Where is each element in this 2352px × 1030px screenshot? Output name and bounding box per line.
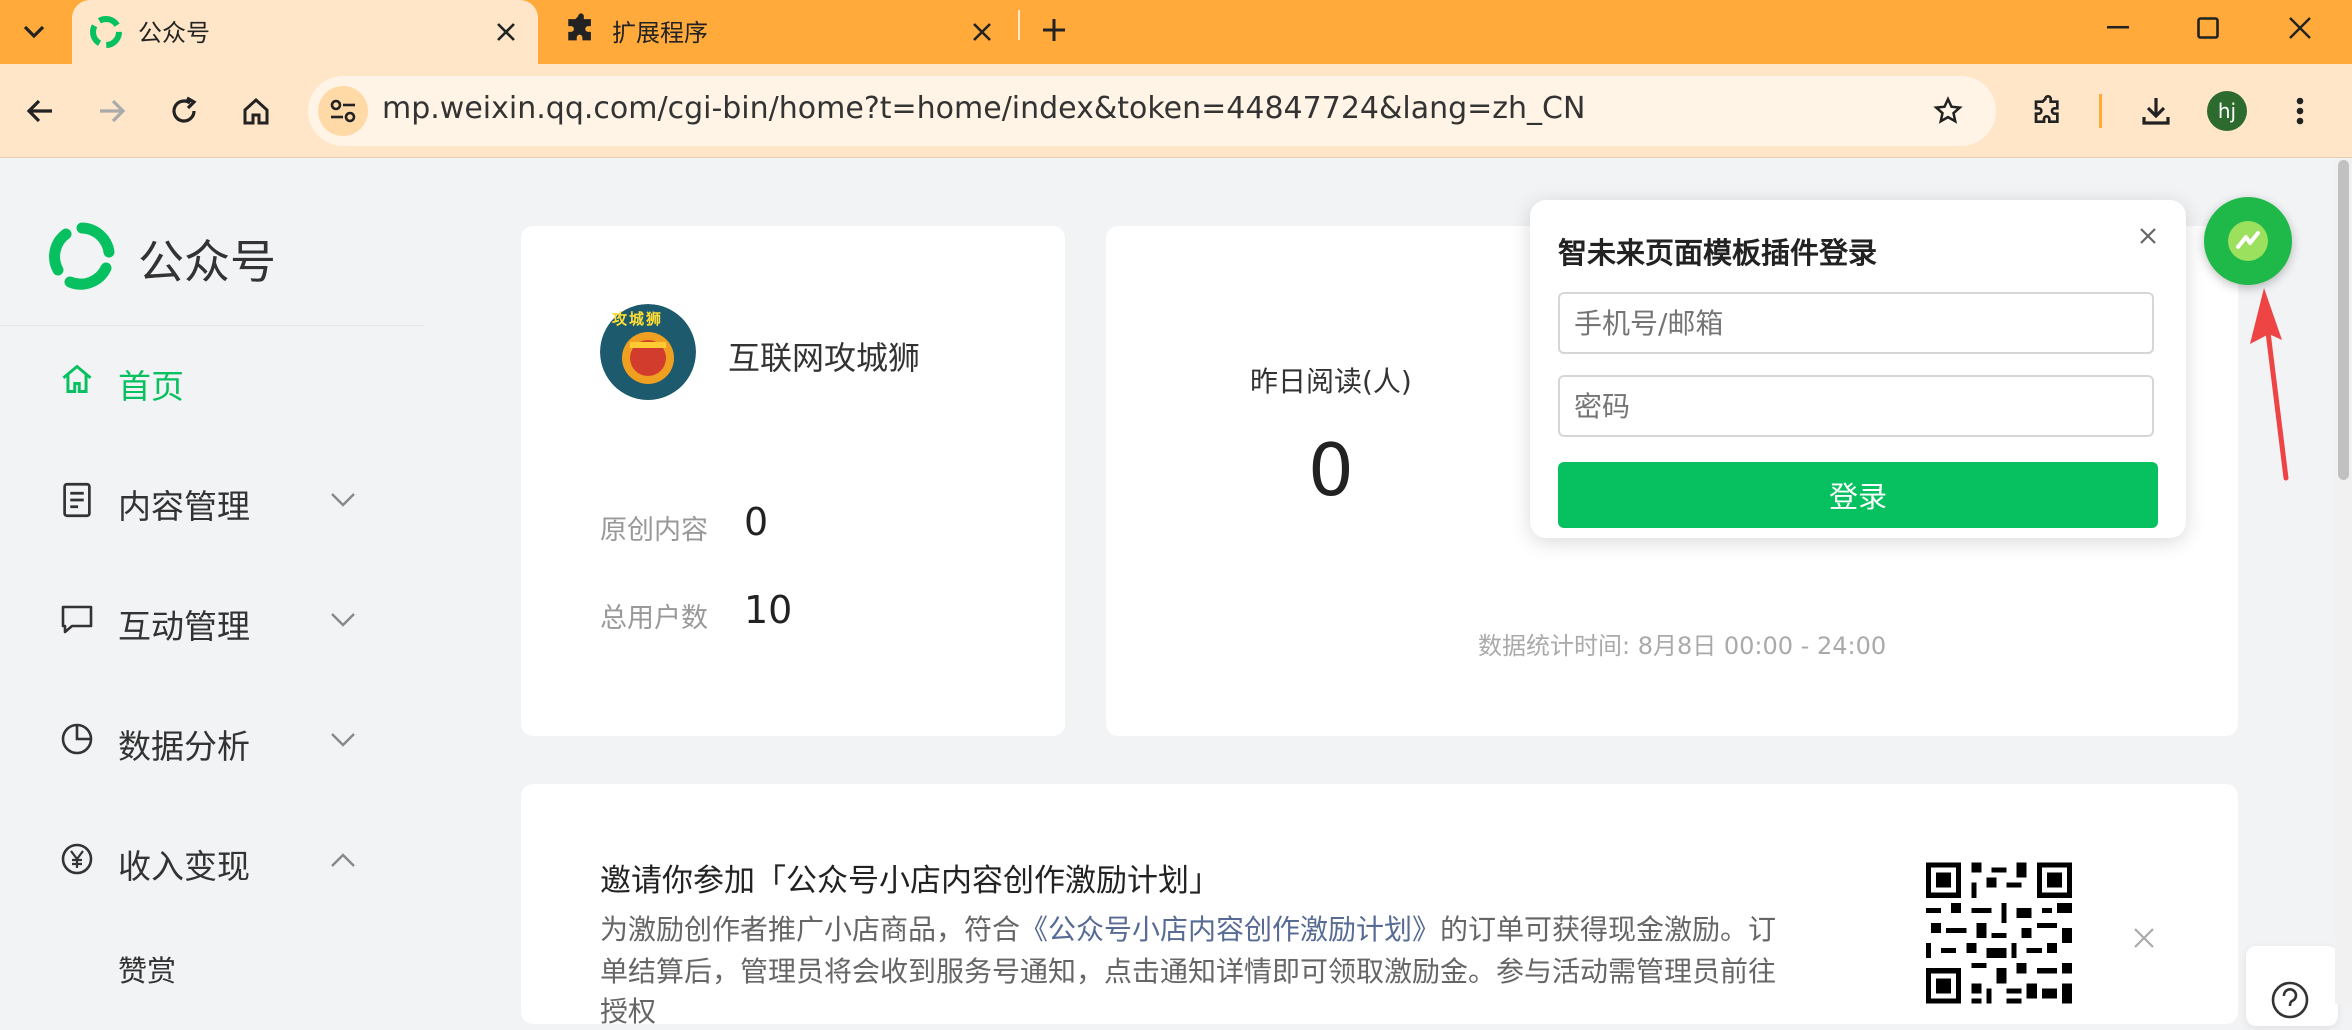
- puzzle-icon: [564, 12, 598, 46]
- close-icon: [2140, 228, 2156, 244]
- help-icon: [2271, 981, 2309, 1019]
- bookmark-star-button[interactable]: [1924, 87, 1972, 135]
- tab-divider: [1018, 10, 1020, 40]
- pie-chart-icon: [60, 722, 94, 756]
- scrollbar-thumb[interactable]: [2338, 160, 2349, 480]
- original-content-label: 原创内容: [600, 515, 708, 546]
- tab-close-button[interactable]: [960, 10, 1004, 54]
- sidebar-item-label: 互动管理: [118, 607, 250, 646]
- chevron-down-icon: [330, 492, 356, 508]
- yesterday-reads-label: 昨日阅读(人): [1250, 365, 1412, 398]
- sidebar-item-label: 首页: [118, 367, 184, 406]
- close-window-button[interactable]: [2272, 4, 2328, 52]
- login-button[interactable]: 登录: [1558, 462, 2158, 528]
- forward-button[interactable]: [88, 87, 136, 135]
- tab-close-button[interactable]: [484, 10, 528, 54]
- home-icon: [243, 97, 269, 125]
- close-icon: [973, 23, 991, 41]
- plan-link[interactable]: 《公众号小店内容创作激励计划》: [1020, 913, 1440, 946]
- close-icon: [2134, 928, 2154, 948]
- tab-label: 公众号: [138, 19, 210, 47]
- yen-icon: [60, 842, 94, 876]
- url-text[interactable]: mp.weixin.qq.com/cgi-bin/home?t=home/ind…: [382, 91, 1585, 126]
- profile-avatar[interactable]: hj: [2207, 91, 2247, 131]
- more-vert-icon: [2296, 97, 2304, 125]
- tab-search-button[interactable]: [14, 8, 54, 56]
- sidebar-item-analytics[interactable]: 数据分析: [0, 700, 424, 780]
- maximize-icon: [2197, 17, 2219, 39]
- account-name: 互联网攻城狮: [728, 339, 921, 377]
- invite-text: 为激励创作者推广小店商品，符合: [600, 913, 1021, 946]
- home-button[interactable]: [232, 87, 280, 135]
- back-button[interactable]: [16, 87, 64, 135]
- new-tab-button[interactable]: [1030, 6, 1078, 54]
- avatar-caption: 攻城狮: [612, 310, 664, 328]
- zhiweilai-logo-icon: [2228, 221, 2268, 261]
- close-icon: [2289, 17, 2311, 39]
- invite-text-line1: 为激励创作者推广小店商品，符合《公众号小店内容创作激励计划》的订单可获得现金激励…: [600, 908, 1776, 948]
- invite-text: 的订单可获得现金激励。订: [1440, 913, 1777, 946]
- download-icon: [2142, 98, 2170, 125]
- browser-menu-button[interactable]: [2276, 87, 2324, 135]
- document-icon: [62, 482, 92, 518]
- close-icon: [497, 23, 515, 41]
- total-users-value: 10: [744, 588, 793, 632]
- chevron-down-icon: [330, 612, 356, 628]
- minimize-icon: [2107, 26, 2129, 29]
- chat-icon: [60, 604, 94, 636]
- yesterday-reads-value: 0: [1308, 428, 1354, 512]
- chevron-up-icon: [330, 852, 356, 868]
- stat-time: 数据统计时间: 8月8日 00:00 - 24:00: [1478, 632, 1887, 660]
- sidebar-item-content[interactable]: 内容管理: [0, 460, 424, 540]
- sidebar-item-interaction[interactable]: 互动管理: [0, 580, 424, 660]
- extensions-button[interactable]: [2024, 87, 2072, 135]
- phone-email-input[interactable]: [1558, 292, 2154, 354]
- site-info-button[interactable]: [318, 86, 368, 136]
- invite-close-button[interactable]: [2126, 920, 2162, 956]
- logo-text: 公众号: [138, 235, 276, 289]
- help-button[interactable]: [2246, 946, 2338, 1026]
- annotation-arrow: [2236, 282, 2296, 482]
- arrow-right-icon: [100, 99, 126, 123]
- tab-label: 扩展程序: [612, 19, 708, 47]
- home-icon: [60, 362, 94, 396]
- chevron-down-icon: [23, 25, 45, 39]
- chevron-down-icon: [330, 732, 356, 748]
- sidebar-subitem-appreciation[interactable]: 赞赏: [118, 948, 176, 990]
- sidebar-item-home[interactable]: 首页: [0, 340, 424, 420]
- arrow-left-icon: [26, 99, 52, 123]
- popup-title: 智未来页面模板插件登录: [1558, 236, 1878, 270]
- sidebar-item-label: 数据分析: [118, 727, 250, 766]
- tune-icon: [330, 99, 356, 123]
- qr-code: [1926, 862, 2072, 1004]
- reload-icon: [172, 96, 197, 123]
- invite-title: 邀请你参加「公众号小店内容创作激励计划」: [600, 863, 1220, 899]
- maximize-button[interactable]: [2180, 4, 2236, 52]
- plus-icon: [1043, 19, 1065, 41]
- original-content-value: 0: [744, 500, 769, 544]
- sidebar-item-label: 收入变现: [118, 847, 250, 886]
- reload-button[interactable]: [160, 87, 208, 135]
- minimize-button[interactable]: [2090, 4, 2146, 52]
- star-icon: [1933, 96, 1963, 124]
- total-users-label: 总用户数: [600, 603, 708, 634]
- puzzle-icon: [2034, 95, 2059, 123]
- sidebar-divider: [0, 325, 424, 326]
- invite-text-line3: 授权: [600, 995, 657, 1028]
- toolbar-divider: [2099, 94, 2102, 128]
- password-input[interactable]: [1558, 375, 2154, 437]
- sidebar-item-monetization[interactable]: 收入变现: [0, 820, 424, 900]
- downloads-button[interactable]: [2132, 87, 2180, 135]
- extension-float-button[interactable]: [2204, 197, 2292, 285]
- popup-close-button[interactable]: [2130, 218, 2166, 254]
- plugin-login-popup: 智未来页面模板插件登录 登录: [1530, 200, 2186, 538]
- wechat-mp-favicon-icon: [88, 14, 124, 50]
- wechat-mp-logo-icon: [48, 222, 116, 290]
- account-card: [521, 226, 1065, 736]
- invite-text-line2: 单结算后，管理员将会收到服务号通知，点击通知详情即可领取激励金。参与活动需管理员…: [600, 955, 1777, 988]
- sidebar-item-label: 内容管理: [118, 487, 250, 526]
